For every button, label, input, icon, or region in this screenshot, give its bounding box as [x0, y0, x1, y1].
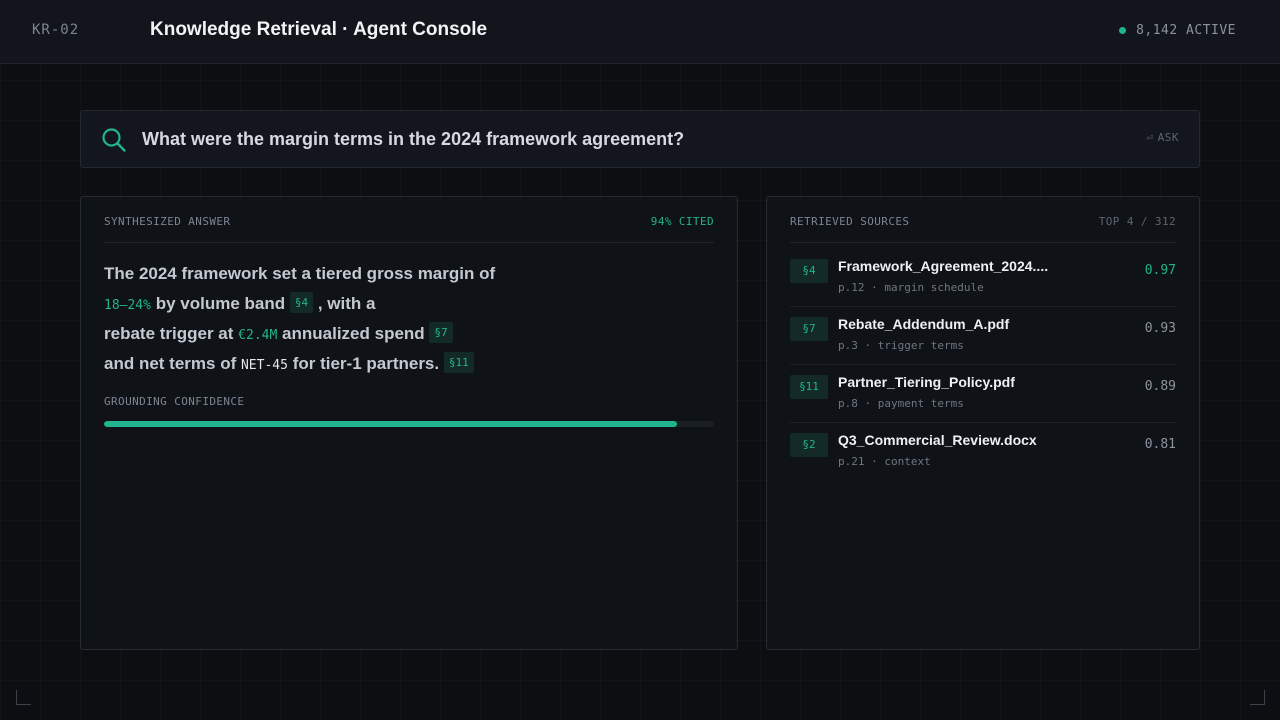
net-terms-value: NET-45 [240, 358, 288, 373]
sources-header: RETRIEVED SOURCES TOP 4 / 312 [790, 215, 1176, 243]
corner-mark-bottom-right [1250, 690, 1265, 705]
confidence-bar [104, 421, 714, 427]
corner-mark-bottom-left [16, 690, 31, 705]
answer-text-segment: by volume band [155, 294, 286, 313]
source-name: Partner_Tiering_Policy.pdf [838, 374, 1015, 390]
active-count: 8,142 ACTIVE [1136, 23, 1236, 38]
answer-header: SYNTHESIZED ANSWER 94% CITED [104, 215, 714, 243]
answer-line: 18–24% by volume band §4 , with a [104, 289, 714, 319]
source-item[interactable]: §4 Framework_Agreement_2024.... p.12 · m… [790, 249, 1176, 307]
confidence-bar-fill [104, 421, 678, 427]
active-status: 8,142 ACTIVE [1119, 23, 1236, 38]
answer-text-segment: The 2024 framework set a tiered gross ma… [104, 264, 496, 283]
source-score: 0.81 [1144, 437, 1176, 452]
answer-text-segment: , with a [317, 294, 376, 313]
source-tag: §2 [790, 433, 828, 457]
sources-label: RETRIEVED SOURCES [790, 215, 910, 228]
search-input[interactable] [142, 111, 1122, 167]
source-tag: §7 [790, 317, 828, 341]
source-score: 0.93 [1144, 321, 1176, 336]
status-dot-icon [1119, 27, 1127, 34]
answer-text-segment: rebate trigger at [104, 324, 234, 343]
source-list: §4 Framework_Agreement_2024.... p.12 · m… [790, 249, 1176, 481]
top-bar: KR-02 Knowledge Retrieval · Agent Consol… [0, 0, 1280, 64]
source-meta: p.12 · margin schedule [838, 281, 984, 294]
app-title: Knowledge Retrieval · Agent Console [150, 19, 488, 40]
source-name: Framework_Agreement_2024.... [838, 258, 1049, 274]
citation-chip[interactable]: §7 [429, 322, 453, 344]
search-icon [102, 128, 126, 152]
source-meta: p.8 · payment terms [838, 397, 964, 410]
answer-text-segment: annualized spend [282, 324, 425, 343]
answer-line: rebate trigger at €2.4M annualized spend… [104, 319, 714, 349]
sources-panel: RETRIEVED SOURCES TOP 4 / 312 §4 Framewo… [766, 196, 1200, 650]
source-item[interactable]: §2 Q3_Commercial_Review.docx p.21 · cont… [790, 423, 1176, 481]
enter-icon: ⏎ [1146, 131, 1154, 144]
source-score: 0.89 [1144, 379, 1176, 394]
confidence-label: GROUNDING CONFIDENCE [104, 395, 245, 408]
source-item[interactable]: §7 Rebate_Addendum_A.pdf p.3 · trigger t… [790, 307, 1176, 365]
source-score: 0.97 [1144, 263, 1176, 278]
source-item[interactable]: §11 Partner_Tiering_Policy.pdf p.8 · pay… [790, 365, 1176, 423]
rebate-trigger-value: €2.4M [238, 328, 278, 343]
answer-line: and net terms of NET-45 for tier-1 partn… [104, 349, 714, 379]
answer-text-segment: for tier-1 partners. [292, 354, 440, 373]
cited-badge: 94% CITED [650, 215, 714, 228]
margin-range-value: 18–24% [104, 298, 151, 313]
citation-chip[interactable]: §4 [289, 292, 314, 314]
source-tag: §4 [790, 259, 828, 283]
ask-label: ASK [1157, 131, 1179, 144]
source-name: Q3_Commercial_Review.docx [838, 432, 1037, 448]
source-name: Rebate_Addendum_A.pdf [838, 316, 1010, 332]
answer-label: SYNTHESIZED ANSWER [104, 215, 231, 228]
source-meta: p.21 · context [838, 455, 931, 468]
answer-text-segment: and net terms of [104, 354, 237, 373]
answer-panel: SYNTHESIZED ANSWER 94% CITED The 2024 fr… [80, 196, 738, 650]
station-id: KR-02 [32, 22, 80, 38]
citation-chip[interactable]: §11 [443, 352, 474, 374]
search-bar: ⏎ ASK [80, 110, 1200, 168]
answer-line: The 2024 framework set a tiered gross ma… [104, 259, 714, 289]
answer-text: The 2024 framework set a tiered gross ma… [104, 259, 714, 379]
ask-button[interactable]: ⏎ ASK [1147, 131, 1180, 144]
source-meta: p.3 · trigger terms [838, 339, 964, 352]
sources-count: TOP 4 / 312 [1098, 215, 1176, 228]
source-tag: §11 [790, 375, 828, 399]
